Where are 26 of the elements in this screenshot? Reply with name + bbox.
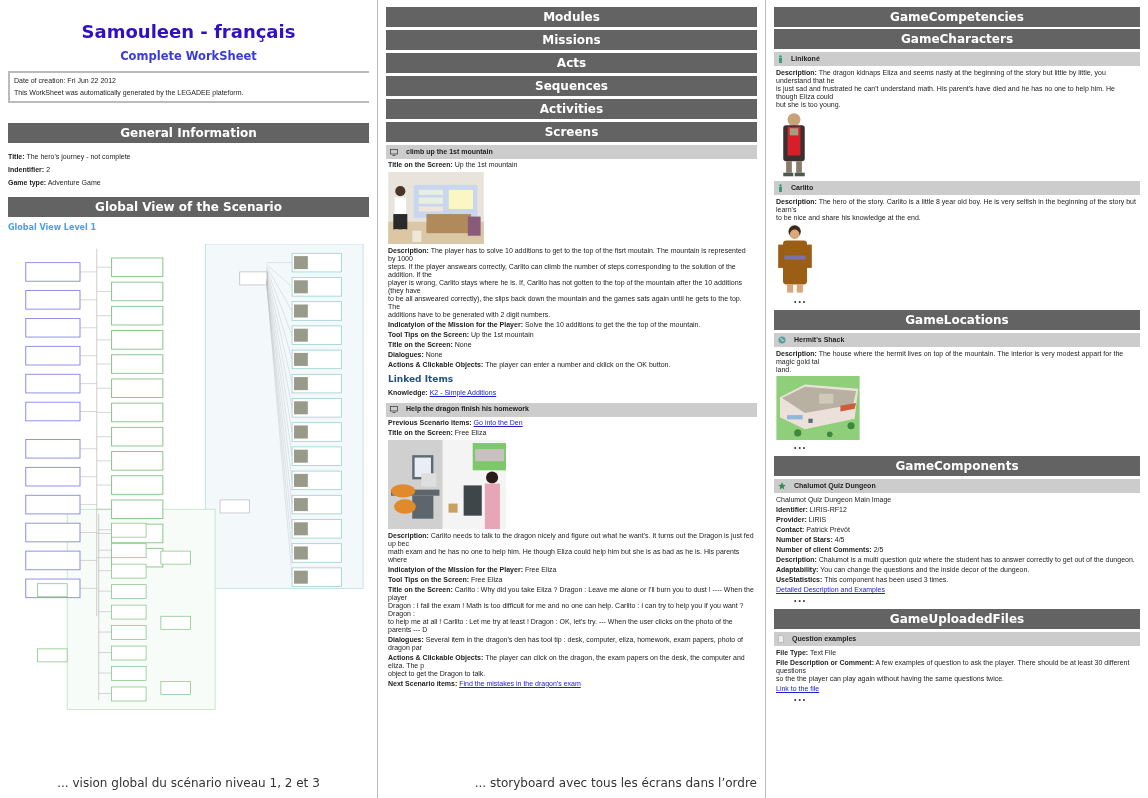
section-header: Activities [386, 99, 757, 119]
monitor-icon [390, 406, 398, 413]
section-header: GameComponents [774, 456, 1140, 476]
level-heading: Global View Level 1 [8, 222, 98, 235]
section-header: GameCharacters [774, 29, 1140, 49]
caption: ... vision global du scénario niveau 1, 2 et 3 [56, 775, 321, 792]
section-header: Sequences [386, 76, 757, 96]
linked-items-heading: Linked Items [388, 373, 455, 386]
section-header: Missions [386, 30, 757, 50]
globe-icon [778, 336, 786, 344]
section-header: GameUploadedFiles [774, 609, 1140, 629]
page-title: Samouleen - français [80, 20, 297, 44]
star-icon [778, 482, 786, 490]
section-header: Screens [386, 122, 757, 142]
section-header: GameLocations [774, 310, 1140, 330]
section-header: GameCompetencies [774, 7, 1140, 27]
section-header: Global View of the Scenario [8, 197, 369, 218]
file-icon [778, 635, 784, 643]
person-icon [778, 55, 783, 63]
section-header: General Information [8, 123, 369, 144]
section-header: Acts [386, 53, 757, 73]
page-subtitle: Complete WorkSheet [119, 48, 258, 65]
person-icon [778, 184, 783, 192]
section-header: Modules [386, 7, 757, 27]
monitor-icon [390, 148, 398, 156]
caption: ... storyboard avec tous les écrans dans l’ordre [473, 775, 757, 792]
